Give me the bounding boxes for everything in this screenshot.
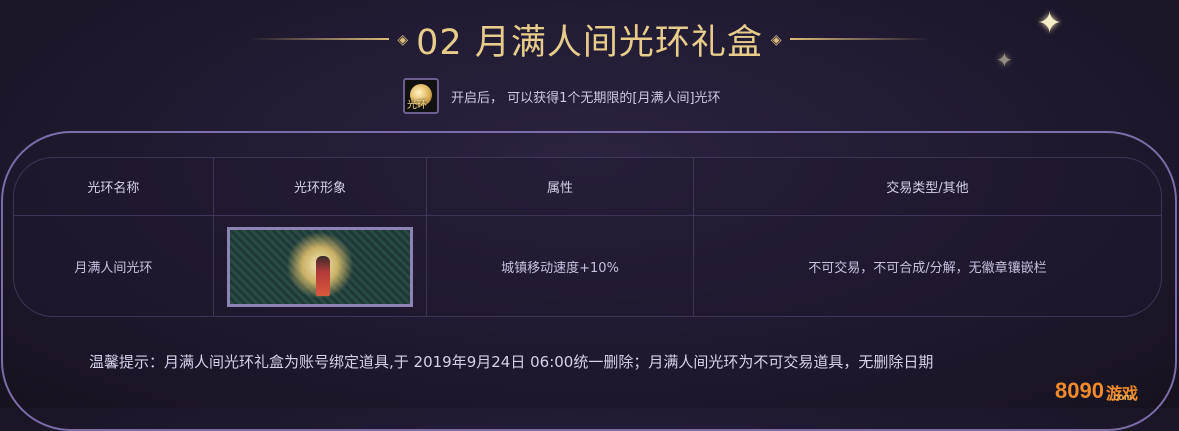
cell-halo-appearance — [214, 215, 428, 316]
character-figure — [315, 255, 330, 296]
cell-attribute: 城镇移动速度+10% — [427, 215, 694, 316]
diamond-ornament-icon: ◈ — [397, 30, 409, 47]
header-trade-type: 交易类型/其他 — [886, 181, 969, 196]
halo-info-table: 光环名称 光环形象 属性 交易类型/其他 月满人间光环 城镇移动速度+10% 不… — [13, 157, 1162, 317]
logo-domain: .com — [1111, 392, 1133, 402]
table-row: 月满人间光环 城镇移动速度+10% 不可交易，不可合成/分解，无徽章镶嵌栏 — [14, 215, 1161, 316]
logo-number: 8090 — [1055, 378, 1104, 403]
halo-item-icon[interactable]: 光环 — [403, 78, 439, 114]
section-title: ◈ 02 月满人间光环礼盒 ◈ — [0, 14, 1179, 64]
header-halo-name: 光环名称 — [14, 158, 214, 215]
item-description: 光环 开启后， 可以获得1个无期限的[月满人间]光环 — [403, 76, 721, 116]
diamond-ornament-icon: ◈ — [770, 30, 782, 47]
site-logo[interactable]: 8090 游戏 .com — [1055, 356, 1175, 404]
title-divider-left — [249, 38, 390, 40]
item-icon-label: 光环 — [407, 100, 427, 111]
table-header-row: 光环名称 光环形象 属性 交易类型/其他 — [14, 158, 1161, 216]
cell-trade-type: 不可交易，不可合成/分解，无徽章镶嵌栏 — [808, 261, 1047, 276]
tip-text: 温馨提示：月满人间光环礼盒为账号绑定道具,于 2019年9月24日 06:00统… — [89, 353, 934, 371]
title-divider-right — [789, 38, 930, 40]
page-title: 02 月满人间光环礼盒 — [416, 22, 763, 63]
cell-halo-name: 月满人间光环 — [14, 215, 214, 316]
header-attribute: 属性 — [427, 158, 694, 215]
halo-preview-image — [226, 226, 413, 307]
description-text: 开启后， 可以获得1个无期限的[月满人间]光环 — [451, 90, 721, 106]
header-halo-appearance: 光环形象 — [214, 158, 428, 215]
